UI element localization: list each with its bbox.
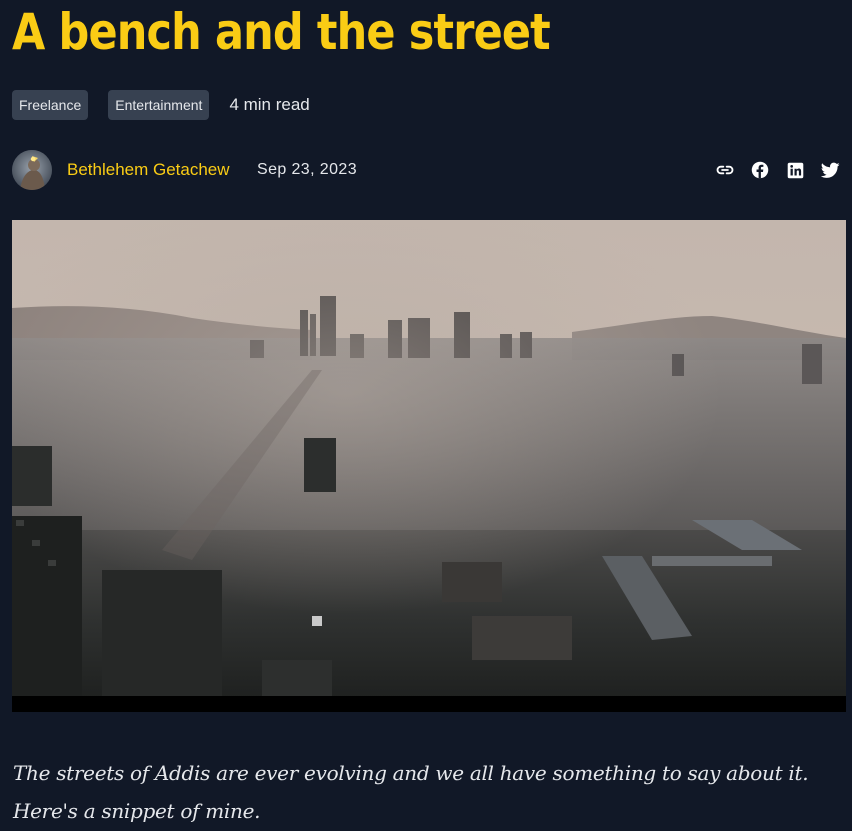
- post-title: A bench and the street: [12, 3, 551, 61]
- share-facebook-button[interactable]: [750, 160, 770, 180]
- share-linkedin-button[interactable]: [785, 160, 805, 180]
- read-time: 4 min read: [229, 95, 310, 114]
- post-meta: Bethlehem Getachew Sep 23, 2023: [12, 150, 840, 190]
- author-name[interactable]: Bethlehem Getachew: [67, 160, 230, 180]
- blog-post-page: A bench and the street Freelance Enterta…: [0, 0, 852, 831]
- tag-freelance[interactable]: Freelance: [12, 90, 89, 120]
- linkedin-icon: [787, 162, 803, 178]
- tag-list: Freelance Entertainment 4 min read: [12, 90, 310, 120]
- link-icon: [716, 165, 734, 175]
- share-links: [715, 160, 840, 180]
- twitter-icon: [820, 162, 840, 178]
- avatar-photo: [12, 150, 52, 190]
- hero-image: [12, 220, 846, 712]
- tag-entertainment[interactable]: Entertainment: [108, 90, 210, 120]
- post-date: Sep 23, 2023: [257, 161, 357, 178]
- city-skyline-photo: [12, 220, 846, 712]
- author-avatar[interactable]: [12, 150, 52, 190]
- post-excerpt: The streets of Addis are ever evolving a…: [13, 761, 809, 823]
- facebook-icon: [751, 161, 769, 179]
- copy-link-button[interactable]: [715, 160, 735, 180]
- share-twitter-button[interactable]: [820, 160, 840, 180]
